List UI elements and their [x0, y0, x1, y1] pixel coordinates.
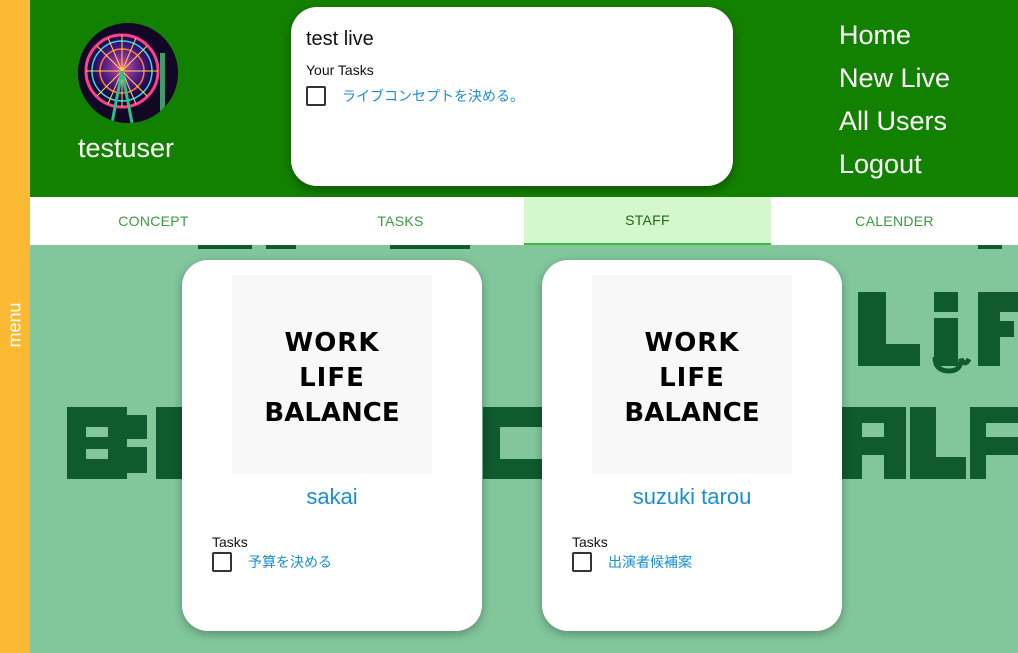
staff-name[interactable]: suzuki tarou [542, 484, 842, 510]
tab-concept[interactable]: CONCEPT [30, 197, 277, 245]
main-nav: Home New Live All Users Logout [839, 14, 950, 186]
staff-task-row: 出演者候補案 [572, 552, 692, 572]
tab-staff[interactable]: STAFF [524, 197, 771, 245]
task-link[interactable]: ライブコンセプトを決める。 [342, 86, 524, 106]
task-checkbox[interactable] [572, 552, 592, 572]
nav-home[interactable]: Home [839, 14, 950, 57]
task-checkbox[interactable] [212, 552, 232, 572]
svg-text:LIFE: LIFE [659, 363, 725, 393]
avatar [78, 23, 178, 123]
tab-bar: CONCEPT TASKS STAFF CALENDER [30, 197, 1018, 245]
live-title: test live [306, 28, 374, 50]
staff-tasks-heading: Tasks [572, 534, 608, 550]
svg-text:WORK: WORK [285, 328, 380, 358]
nav-new-live[interactable]: New Live [839, 57, 950, 100]
work-life-balance-logo: WORK LIFE BALANCE [624, 328, 759, 428]
header: testuser test live Your Tasks ライブコンセプトを決… [30, 0, 1018, 197]
live-tasks-heading: Your Tasks [306, 62, 374, 78]
svg-text:LIFE: LIFE [299, 363, 365, 393]
side-menu-label[interactable]: menu [5, 302, 26, 347]
live-card: test live Your Tasks ライブコンセプトを決める。 [291, 7, 733, 186]
staff-card: WORK LIFE BALANCE suzuki tarou Tasks 出演者… [542, 260, 842, 631]
staff-name[interactable]: sakai [182, 484, 482, 510]
task-link[interactable]: 出演者候補案 [608, 552, 692, 572]
live-task-row: ライブコンセプトを決める。 [306, 86, 524, 106]
tab-calender[interactable]: CALENDER [771, 197, 1018, 245]
background-logo-watermark [30, 245, 1018, 653]
staff-logo-image: WORK LIFE BALANCE [592, 275, 792, 474]
svg-text:BALANCE: BALANCE [624, 398, 759, 428]
svg-text:BALANCE: BALANCE [264, 398, 399, 428]
side-menu[interactable]: menu [0, 0, 30, 653]
work-life-balance-logo: WORK LIFE BALANCE [264, 328, 399, 428]
staff-task-row: 予算を決める [212, 552, 332, 572]
staff-logo-image: WORK LIFE BALANCE [232, 275, 432, 474]
watermark-art [67, 245, 1018, 479]
staff-tasks-heading: Tasks [212, 534, 248, 550]
nav-logout[interactable]: Logout [839, 143, 950, 186]
staff-card: WORK LIFE BALANCE sakai Tasks 予算を決める [182, 260, 482, 631]
task-link[interactable]: 予算を決める [248, 552, 332, 572]
task-checkbox[interactable] [306, 86, 326, 106]
username: testuser [78, 133, 175, 163]
nav-all-users[interactable]: All Users [839, 100, 950, 143]
ferris-wheel-photo [78, 23, 178, 123]
tab-tasks[interactable]: TASKS [277, 197, 524, 245]
svg-text:WORK: WORK [645, 328, 740, 358]
